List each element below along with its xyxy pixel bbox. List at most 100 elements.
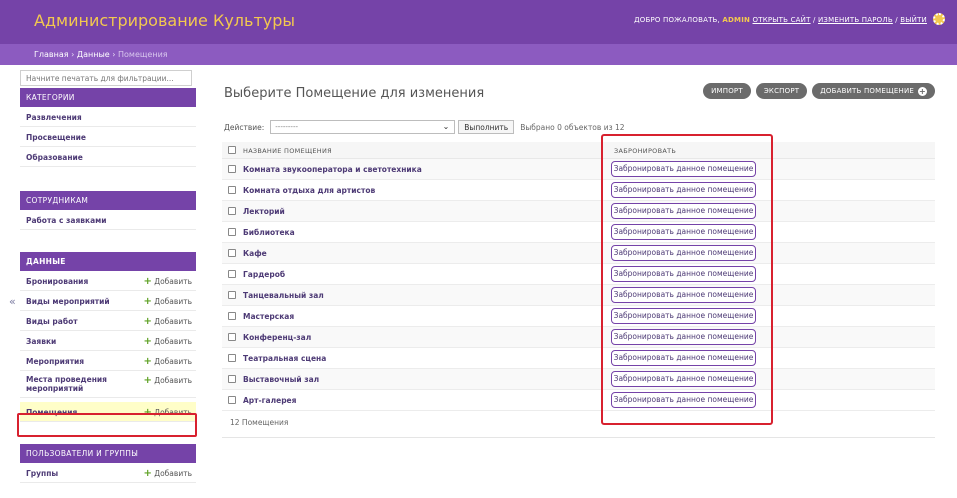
plus-circle-icon: + (918, 86, 927, 96)
room-name-link[interactable]: Комната отдыха для артистов (243, 186, 375, 195)
row-checkbox[interactable] (228, 396, 236, 404)
row-checkbox[interactable] (228, 312, 236, 320)
row-checkbox[interactable] (228, 291, 236, 299)
sidebar-item-label[interactable]: Образование (26, 153, 136, 162)
sidebar-item-label[interactable]: Просвещение (26, 133, 136, 142)
sidebar-item-bookings[interactable]: Бронирования + Добавить (20, 271, 196, 291)
add-label[interactable]: Добавить (154, 277, 192, 286)
row-checkbox[interactable] (228, 207, 236, 215)
sidebar-collapse-icon[interactable]: « (9, 295, 16, 308)
table-row: Выставочный зал Забронировать данное поме… (222, 369, 935, 390)
export-label[interactable]: ЭКСПОРТ (764, 87, 799, 95)
room-name-link[interactable]: Комната звукооператора и светотехника (243, 165, 422, 174)
module-caption-staff[interactable]: СОТРУДНИКАМ (20, 191, 196, 210)
import-label[interactable]: ИМПОРТ (711, 87, 743, 95)
module-caption-categories[interactable]: КАТЕГОРИИ (20, 88, 196, 107)
room-name-link[interactable]: Танцевальный зал (243, 291, 324, 300)
add-label[interactable]: Добавить (154, 297, 192, 306)
sidebar-item-education[interactable]: Образование (20, 147, 196, 167)
sidebar-item-label[interactable]: Заявки (26, 337, 136, 346)
sidebar-item-label[interactable]: Места проведения мероприятий (26, 375, 116, 393)
row-checkbox[interactable] (228, 270, 236, 278)
sidebar-item-venues[interactable]: Места проведения мероприятий + Добавить (20, 371, 196, 398)
room-name-link[interactable]: Выставочный зал (243, 375, 319, 384)
selected-item-highlight (17, 413, 197, 437)
sidebar-item-entertainment[interactable]: Развлечения (20, 107, 196, 127)
breadcrumb-home[interactable]: Главная (34, 50, 69, 59)
add-room-button[interactable]: ДОБАВИТЬ ПОМЕЩЕНИЕ + (812, 83, 935, 99)
table-row: Гардероб Забронировать данное помещение (222, 264, 935, 285)
sidebar-item-label[interactable]: Работа с заявками (26, 216, 136, 225)
table-row: Танцевальный зал Забронировать данное пом… (222, 285, 935, 306)
room-name-link[interactable]: Театральная сцена (243, 354, 326, 363)
room-name-link[interactable]: Библиотека (243, 228, 295, 237)
export-button[interactable]: ЭКСПОРТ (755, 83, 808, 99)
sidebar-item-enlightenment[interactable]: Просвещение (20, 127, 196, 147)
row-checkbox[interactable] (228, 186, 236, 194)
add-link[interactable]: + Добавить (143, 356, 192, 367)
logout-link[interactable]: ВЫЙТИ (900, 16, 927, 24)
row-checkbox[interactable] (228, 228, 236, 236)
breadcrumb: Главная › Данные › Помещения (0, 44, 957, 65)
sidebar-item-label[interactable]: Бронирования (26, 277, 136, 286)
breadcrumb-separator: › (109, 50, 119, 59)
add-label[interactable]: Добавить (154, 317, 192, 326)
room-name-link[interactable]: Кафе (243, 249, 267, 258)
run-action-button[interactable]: Выполнить (458, 120, 515, 134)
row-checkbox[interactable] (228, 333, 236, 341)
sidebar-item-label[interactable]: Виды мероприятий (26, 297, 136, 306)
table-row: Лекторий Забронировать данное помещение (222, 201, 935, 222)
table-row: Комната звукооператора и светотехника Заб… (222, 159, 935, 180)
change-password-link[interactable]: ИЗМЕНИТЬ ПАРОЛЬ (818, 16, 893, 24)
column-header-name[interactable]: НАЗВАНИЕ ПОМЕЩЕНИЯ (243, 147, 332, 155)
module-users-groups: ПОЛЬЗОВАТЕЛИ И ГРУППЫ Группы + Добавить (20, 444, 196, 483)
add-label[interactable]: Добавить (154, 337, 192, 346)
room-name-link[interactable]: Арт-галерея (243, 396, 296, 405)
add-link[interactable]: + Добавить (143, 336, 192, 347)
plus-icon: + (143, 468, 152, 479)
row-checkbox[interactable] (228, 375, 236, 383)
row-checkbox[interactable] (228, 354, 236, 362)
sidebar-item-requests-work[interactable]: Работа с заявками (20, 210, 196, 230)
action-select[interactable]: --------- ⌄ (270, 120, 456, 134)
sidebar-item-work-types[interactable]: Виды работ + Добавить (20, 311, 196, 331)
username: ADMIN (722, 16, 751, 24)
sidebar-item-requests[interactable]: Заявки + Добавить (20, 331, 196, 351)
sidebar-item-events[interactable]: Мероприятия + Добавить (20, 351, 196, 371)
row-checkbox[interactable] (228, 249, 236, 257)
theme-toggle-icon[interactable] (933, 13, 945, 25)
table-row: Театральная сцена Забронировать данное по… (222, 348, 935, 369)
sidebar-item-event-types[interactable]: Виды мероприятий + Добавить (20, 291, 196, 311)
add-link[interactable]: + Добавить (143, 468, 192, 479)
sidebar-item-label[interactable]: Виды работ (26, 317, 136, 326)
add-room-label[interactable]: ДОБАВИТЬ ПОМЕЩЕНИЕ (820, 87, 914, 95)
table-row: Комната отдыха для артистов Забронировать… (222, 180, 935, 201)
paginator-divider (222, 437, 935, 438)
sidebar-item-label[interactable]: Развлечения (26, 113, 136, 122)
add-link[interactable]: + Добавить (143, 276, 192, 287)
room-name-link[interactable]: Конференц-зал (243, 333, 311, 342)
room-name-link[interactable]: Гардероб (243, 270, 285, 279)
add-label[interactable]: Добавить (154, 376, 192, 385)
sidebar-item-groups[interactable]: Группы + Добавить (20, 463, 196, 483)
add-label[interactable]: Добавить (154, 469, 192, 478)
sidebar-item-label[interactable]: Мероприятия (26, 357, 136, 366)
select-all-checkbox[interactable] (228, 146, 236, 154)
add-link[interactable]: + Добавить (143, 316, 192, 327)
row-checkbox[interactable] (228, 165, 236, 173)
import-button[interactable]: ИМПОРТ (703, 83, 751, 99)
module-caption-users-groups[interactable]: ПОЛЬЗОВАТЕЛИ И ГРУППЫ (20, 444, 196, 463)
nav-filter-input[interactable]: Начните печатать для фильтрации... (20, 70, 192, 86)
room-name-link[interactable]: Мастерская (243, 312, 294, 321)
add-link[interactable]: + Добавить (143, 296, 192, 307)
add-label[interactable]: Добавить (154, 357, 192, 366)
add-link[interactable]: + Добавить (143, 376, 192, 386)
room-name-link[interactable]: Лекторий (243, 207, 285, 216)
view-site-link[interactable]: ОТКРЫТЬ САЙТ (753, 16, 811, 24)
breadcrumb-app[interactable]: Данные (77, 50, 110, 59)
breadcrumb-current: Помещения (118, 50, 168, 59)
table-row: Кафе Забронировать данное помещение (222, 243, 935, 264)
sidebar-item-label[interactable]: Группы (26, 469, 136, 478)
module-caption-data[interactable]: ДАННЫЕ (20, 252, 196, 271)
site-name[interactable]: Администрирование Культуры (34, 11, 295, 30)
